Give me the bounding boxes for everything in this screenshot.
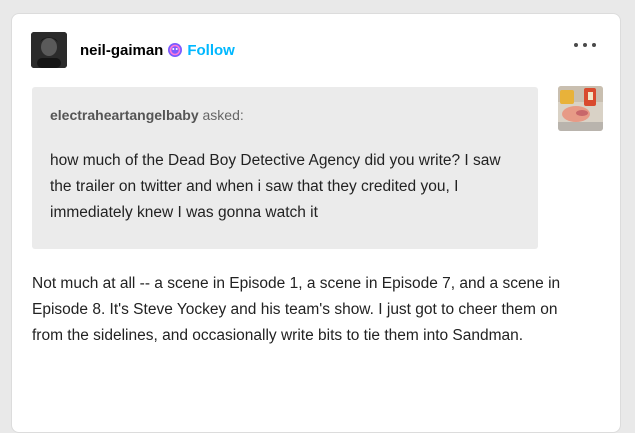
follow-button[interactable]: Follow xyxy=(187,42,235,59)
patio-badge-icon[interactable] xyxy=(167,42,183,58)
post-header: neil-gaiman Follow xyxy=(31,32,235,68)
asker-username[interactable]: electraheartangelbaby xyxy=(50,107,199,123)
ellipsis-dot xyxy=(592,43,596,47)
asker-line: electraheartangelbaby asked: xyxy=(50,107,244,123)
author-avatar[interactable] xyxy=(31,32,67,68)
ellipsis-dot xyxy=(583,43,587,47)
asked-label: asked: xyxy=(202,107,244,123)
author-username[interactable]: neil-gaiman xyxy=(80,42,163,59)
asker-avatar[interactable] xyxy=(558,86,603,131)
post-card: neil-gaiman Follow electraheartangelbaby… xyxy=(11,13,621,433)
author-avatar-image xyxy=(31,32,67,68)
ellipsis-icon[interactable] xyxy=(574,40,596,50)
answer-body: Not much at all -- a scene in Episode 1,… xyxy=(32,271,592,349)
ask-box: electraheartangelbaby asked: how much of… xyxy=(32,87,538,249)
asker-avatar-image xyxy=(558,86,603,131)
answer-paragraph: Not much at all -- a scene in Episode 1,… xyxy=(32,275,561,344)
ask-question: how much of the Dead Boy Detective Agenc… xyxy=(50,152,501,221)
ellipsis-dot xyxy=(574,43,578,47)
